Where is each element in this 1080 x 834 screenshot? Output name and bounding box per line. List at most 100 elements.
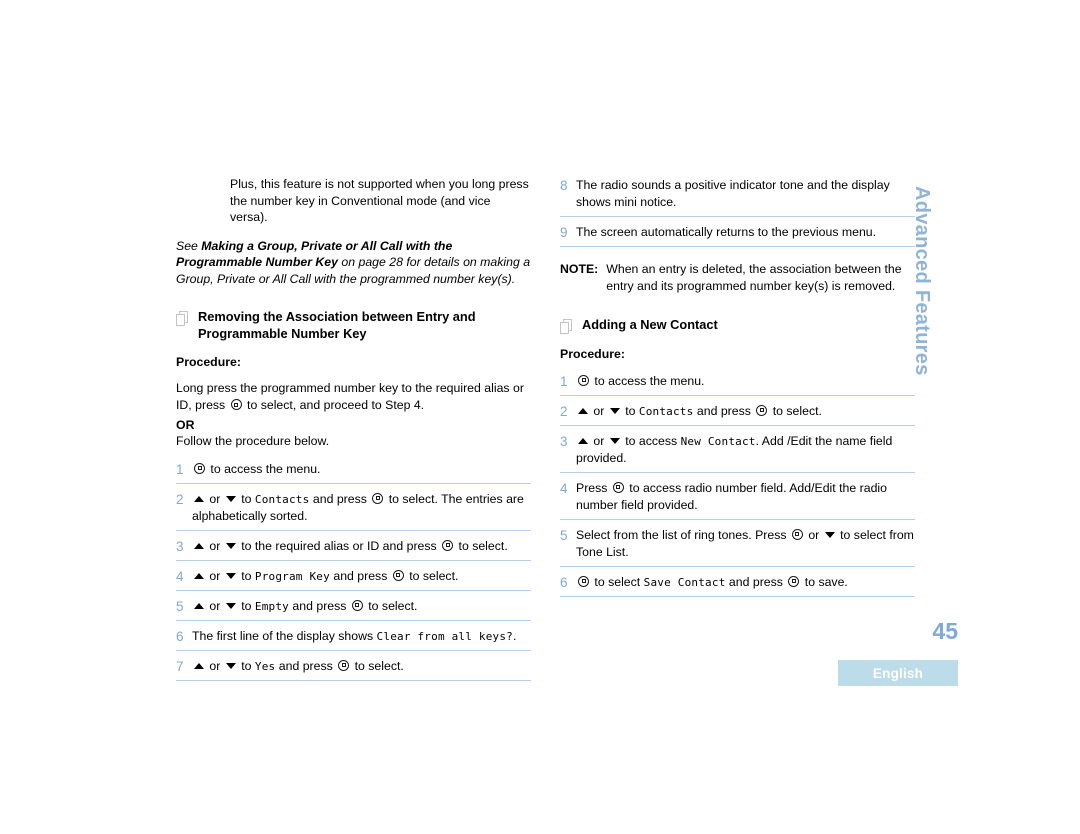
step-number: 3 bbox=[560, 433, 568, 449]
step-text-run: to bbox=[237, 568, 255, 583]
procedure-step: 3 or to access New Contact. Add /Edit th… bbox=[560, 432, 915, 473]
section-heading-adding-contact: Adding a New Contact bbox=[560, 317, 915, 334]
step-text-run: to access bbox=[621, 433, 681, 448]
note-label: NOTE: bbox=[560, 262, 599, 276]
step-text: to access the menu. bbox=[192, 461, 531, 478]
step-text-run: to access the menu. bbox=[591, 373, 705, 388]
procedure-step: 6 to select Save Contact and press to sa… bbox=[560, 573, 915, 597]
step-text-run: to save. bbox=[801, 574, 848, 589]
xref-lead: See bbox=[176, 238, 202, 253]
step-number: 7 bbox=[176, 658, 184, 674]
step-text-run: to select. bbox=[455, 538, 508, 553]
step-text: The screen automatically returns to the … bbox=[576, 224, 915, 241]
cross-reference: See Making a Group, Private or All Call … bbox=[176, 238, 531, 288]
display-text: Program Key bbox=[254, 569, 330, 583]
step-text-run: to bbox=[237, 598, 255, 613]
ok-button-icon bbox=[791, 528, 803, 540]
note-text: When an entry is deleted, the associatio… bbox=[606, 262, 902, 293]
display-text: Contacts bbox=[254, 492, 310, 506]
step-text: to select Save Contact and press to save… bbox=[576, 574, 915, 591]
step-text: or to Empty and press to select. bbox=[192, 598, 531, 615]
language-tab-label: English bbox=[872, 665, 924, 681]
step-text: or to the required alias or ID and press… bbox=[192, 538, 531, 555]
section-heading-removing-association: Removing the Association between Entry a… bbox=[176, 309, 531, 342]
procedure-step: 9 The screen automatically returns to the… bbox=[560, 223, 915, 247]
procedure-step: 8 The radio sounds a positive indicator t… bbox=[560, 176, 915, 217]
ok-button-icon bbox=[372, 492, 384, 504]
procedure-step: 4 Press to access radio number field. Add… bbox=[560, 479, 915, 520]
step-number: 6 bbox=[176, 628, 184, 644]
step-text-run: to bbox=[237, 491, 255, 506]
arrow-up-icon bbox=[194, 495, 204, 502]
step-text: Press to access radio number field. Add/… bbox=[576, 480, 915, 514]
step-text-run: The first line of the display shows bbox=[192, 628, 377, 643]
ok-button-icon bbox=[612, 481, 624, 493]
step-text-run: or bbox=[590, 403, 608, 418]
arrow-up-icon bbox=[578, 407, 588, 414]
ok-button-icon bbox=[578, 575, 589, 587]
ok-button-icon bbox=[230, 399, 242, 410]
arrow-down-icon bbox=[609, 437, 620, 444]
step-number: 4 bbox=[560, 480, 568, 496]
step-number: 1 bbox=[176, 461, 184, 477]
arrow-up-icon bbox=[194, 542, 204, 549]
arrow-up-icon bbox=[578, 437, 588, 444]
display-text: Clear from all keys? bbox=[376, 629, 513, 643]
follow-procedure-line: Follow the procedure below. bbox=[176, 434, 330, 448]
procedure-step: 3 or to the required alias or ID and pre… bbox=[176, 537, 531, 561]
step-number: 3 bbox=[176, 538, 184, 554]
or-label: OR bbox=[176, 417, 195, 432]
step-text-run: or bbox=[590, 433, 608, 448]
arrow-down-icon bbox=[824, 531, 835, 538]
step-number: 4 bbox=[176, 568, 184, 584]
step-number: 1 bbox=[560, 373, 568, 389]
step-text: or to Yes and press to select. bbox=[192, 658, 531, 675]
step-text-run: . bbox=[513, 628, 517, 643]
ok-button-icon bbox=[351, 599, 363, 611]
intro-paragraph: Plus, this feature is not supported when… bbox=[230, 177, 529, 224]
step-text-run: Press bbox=[576, 480, 611, 495]
step-text-run: or bbox=[206, 658, 224, 673]
procedure-step: 1 to access the menu. bbox=[560, 372, 915, 396]
step-number: 2 bbox=[560, 403, 568, 419]
preamble-part-2: to select, and proceed to Step 4. bbox=[243, 398, 425, 412]
step-text-run: to the required alias or ID and press bbox=[237, 538, 441, 553]
stacked-pages-icon bbox=[176, 311, 189, 326]
step-text-run: and press bbox=[329, 568, 391, 583]
procedure-step: 5 Select from the list of ring tones. Pre… bbox=[560, 526, 915, 567]
ok-button-icon bbox=[578, 374, 589, 386]
procedure-preamble: Long press the programmed number key to … bbox=[176, 380, 531, 415]
ok-button-icon bbox=[756, 404, 768, 416]
section-title: Adding a New Contact bbox=[582, 317, 718, 332]
note-block: NOTE: When an entry is deleted, the asso… bbox=[560, 261, 915, 295]
step-text-run: and press bbox=[289, 598, 350, 613]
procedure-step: 1 to access the menu. bbox=[176, 460, 531, 484]
step-text-run: to bbox=[237, 658, 255, 673]
ok-button-icon bbox=[788, 575, 800, 587]
step-text-run: or bbox=[206, 568, 224, 583]
arrow-down-icon bbox=[225, 602, 236, 609]
procedure-label: Procedure: bbox=[560, 347, 625, 361]
side-tab-advanced-features: Advanced Features bbox=[905, 186, 975, 376]
step-number: 2 bbox=[176, 491, 184, 507]
procedure-step: 5 or to Empty and press to select. bbox=[176, 597, 531, 621]
step-text-run: or bbox=[206, 598, 224, 613]
step-number: 5 bbox=[176, 598, 184, 614]
step-number: 6 bbox=[560, 574, 568, 590]
display-text: Yes bbox=[254, 659, 276, 673]
step-text: to access the menu. bbox=[576, 373, 915, 390]
manual-page: Plus, this feature is not supported when… bbox=[0, 0, 1080, 834]
arrow-down-icon bbox=[609, 407, 620, 414]
step-number: 8 bbox=[560, 178, 568, 193]
step-number: 5 bbox=[560, 527, 568, 543]
ok-button-icon bbox=[392, 569, 404, 581]
step-text-run: The radio sounds a positive indicator to… bbox=[576, 178, 890, 209]
display-text: New Contact bbox=[680, 434, 756, 448]
step-text-run: to select. bbox=[405, 568, 459, 583]
arrow-up-icon bbox=[194, 662, 204, 669]
step-text-run: The screen automatically returns to the … bbox=[576, 225, 877, 239]
step-number: 9 bbox=[560, 225, 568, 240]
procedure-step: 7 or to Yes and press to select. bbox=[176, 657, 531, 681]
arrow-down-icon bbox=[225, 542, 236, 549]
step-text-run: to access the menu. bbox=[207, 461, 321, 476]
